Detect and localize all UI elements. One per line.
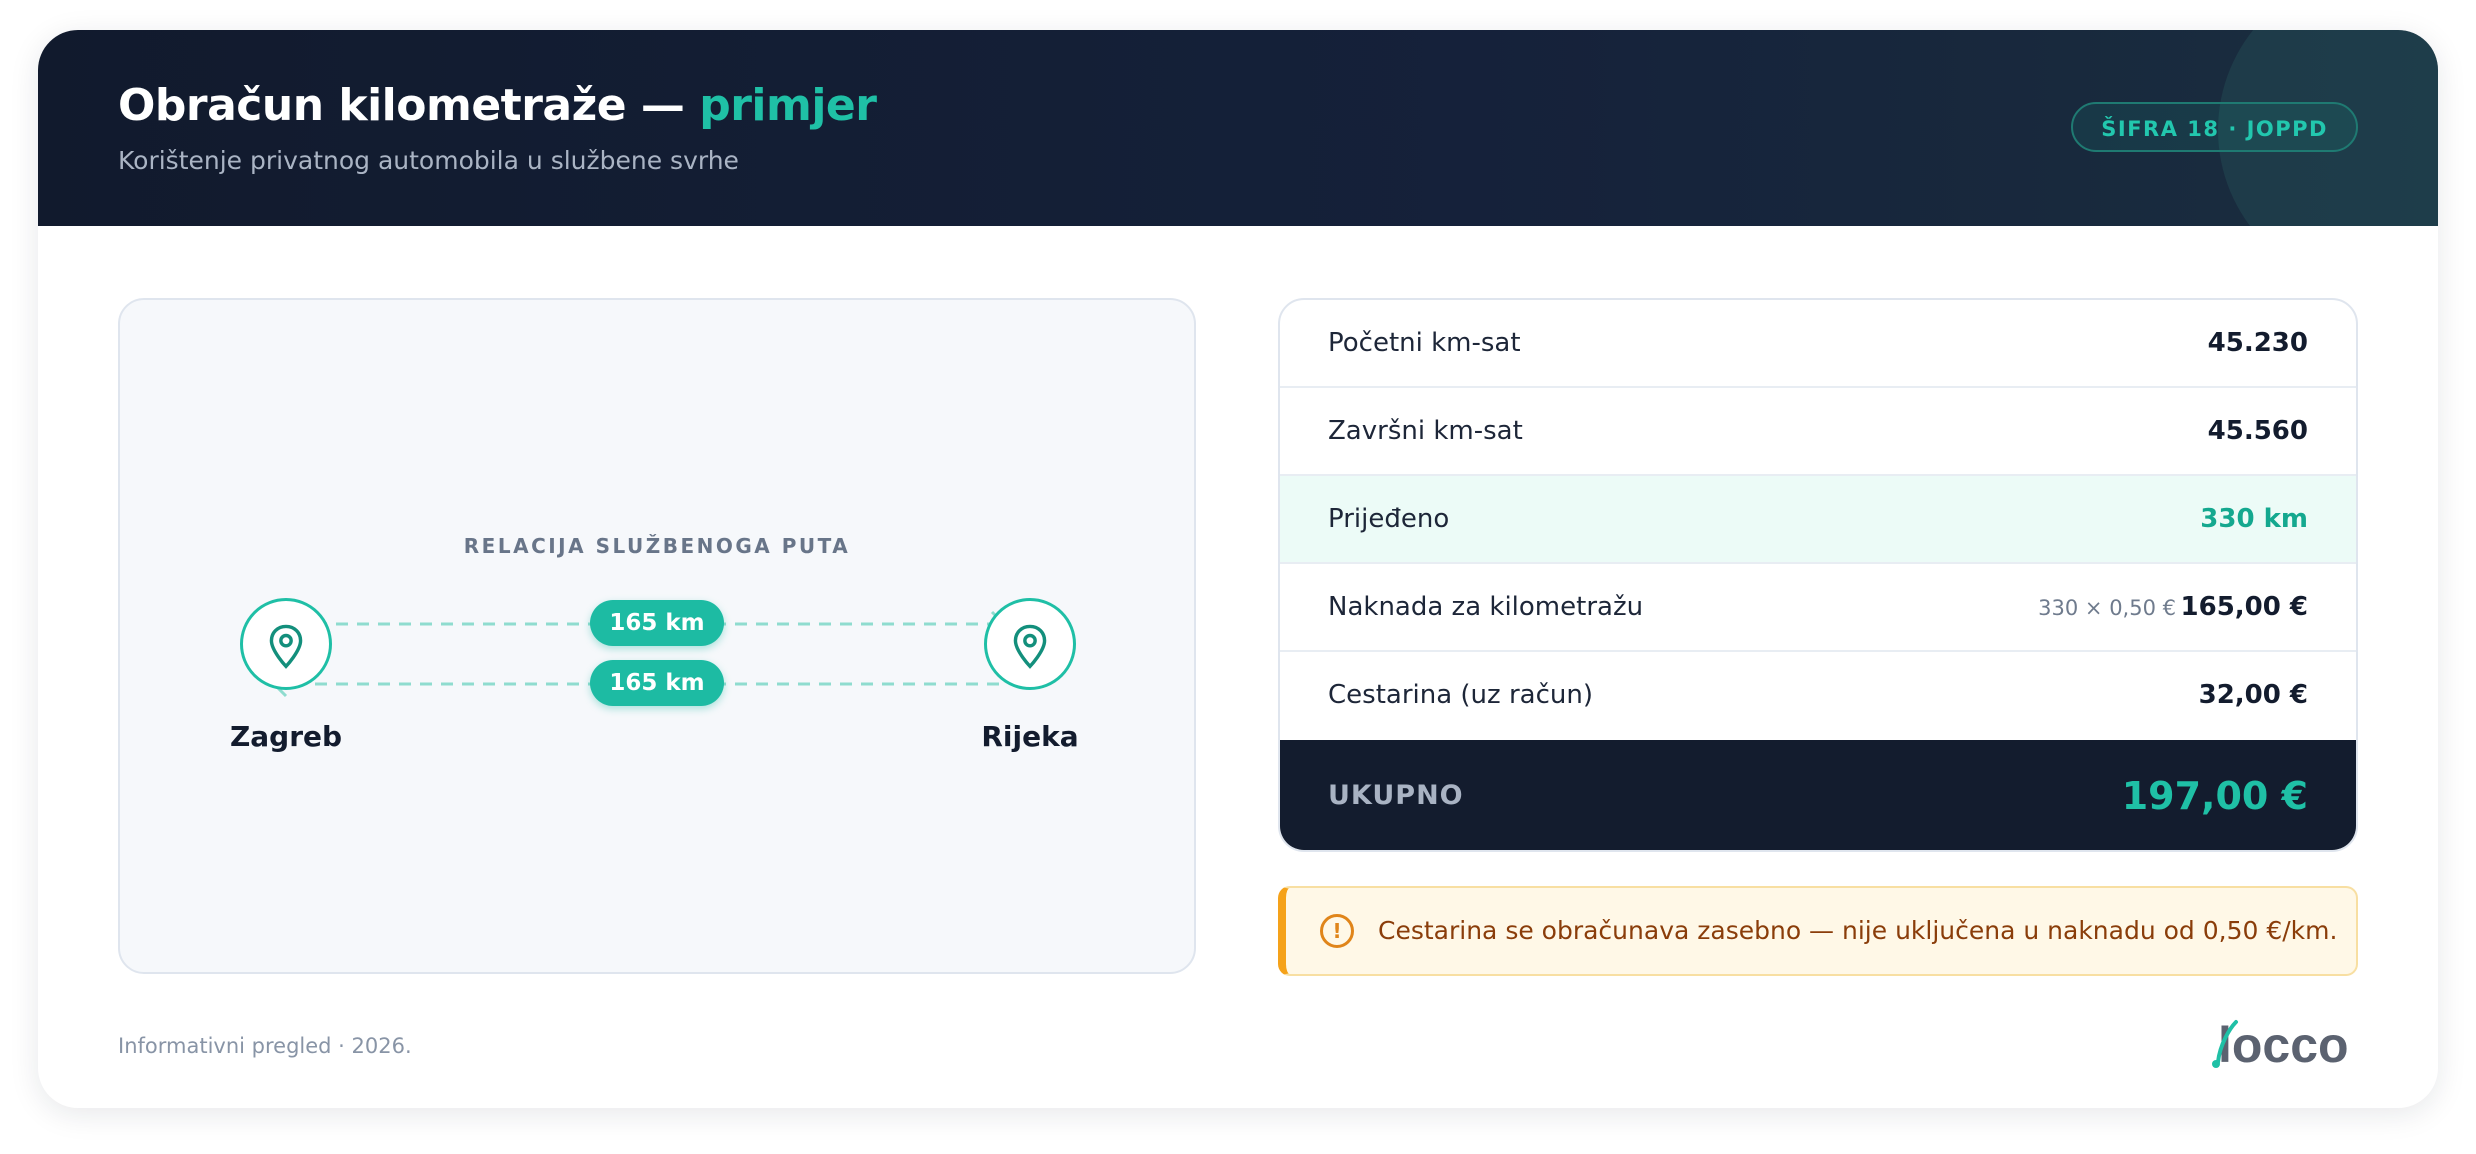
total-row: UKUPNO 197,00 €: [1280, 740, 2356, 850]
row-label: Početni km-sat: [1328, 328, 1521, 358]
page-subtitle: Korištenje privatnog automobila u službe…: [118, 146, 739, 175]
table-row: Završni km-sat 45.560: [1280, 388, 2356, 476]
summary-table: Početni km-sat 45.230 Završni km-sat 45.…: [1278, 298, 2358, 852]
destination-pin: [984, 598, 1076, 690]
row-calculation: 330 × 0,50 €: [2038, 596, 2176, 620]
mileage-card: Obračun kilometraže — primjer Korištenje…: [38, 30, 2438, 1108]
warning-text: Cestarina se obračunava zasebno — nije u…: [1378, 916, 2338, 945]
table-row-highlight: Prijeđeno 330 km: [1280, 476, 2356, 564]
header: Obračun kilometraže — primjer Korištenje…: [38, 30, 2438, 226]
table-row: Cestarina (uz račun) 32,00 €: [1280, 652, 2356, 740]
map-pin-icon: [269, 624, 303, 669]
outbound-distance: 165 km: [590, 600, 724, 646]
svg-text:locco: locco: [2218, 1017, 2349, 1073]
origin-pin: [240, 598, 332, 690]
row-value: 32,00 €: [2198, 680, 2308, 710]
alert-circle-icon: !: [1320, 914, 1354, 948]
total-label: UKUPNO: [1328, 780, 1464, 811]
page-title: Obračun kilometraže — primjer: [118, 80, 877, 131]
toll-warning: ! Cestarina se obračunava zasebno — nije…: [1278, 886, 2358, 976]
destination-city: Rijeka: [981, 720, 1079, 753]
row-label: Prijeđeno: [1328, 504, 1450, 534]
table-row: Početni km-sat 45.230: [1280, 300, 2356, 388]
table-row: Naknada za kilometražu 330 × 0,50 € 165,…: [1280, 564, 2356, 652]
return-distance: 165 km: [590, 660, 724, 706]
origin-city: Zagreb: [229, 720, 343, 753]
row-value: 165,00 €: [2180, 592, 2308, 622]
title-main: Obračun kilometraže —: [118, 80, 685, 131]
row-label: Cestarina (uz račun): [1328, 680, 1593, 710]
total-value: 197,00 €: [2121, 774, 2308, 818]
row-value: 330 km: [2200, 504, 2308, 534]
route-panel: RELACIJA SLUŽBENOGA PUTA Zagreb Rijeka 1…: [118, 298, 1196, 974]
row-value: 45.230: [2207, 328, 2308, 358]
code-badge: ŠIFRA 18 · JOPPD: [2071, 102, 2358, 152]
footer-note: Informativni pregled · 2026.: [118, 1034, 412, 1058]
row-label: Naknada za kilometražu: [1328, 592, 1644, 622]
row-label: Završni km-sat: [1328, 416, 1523, 446]
row-value: 45.560: [2207, 416, 2308, 446]
locco-logo: locco: [2212, 1017, 2349, 1073]
map-pin-icon: [1013, 624, 1047, 669]
title-accent: primjer: [699, 80, 877, 131]
